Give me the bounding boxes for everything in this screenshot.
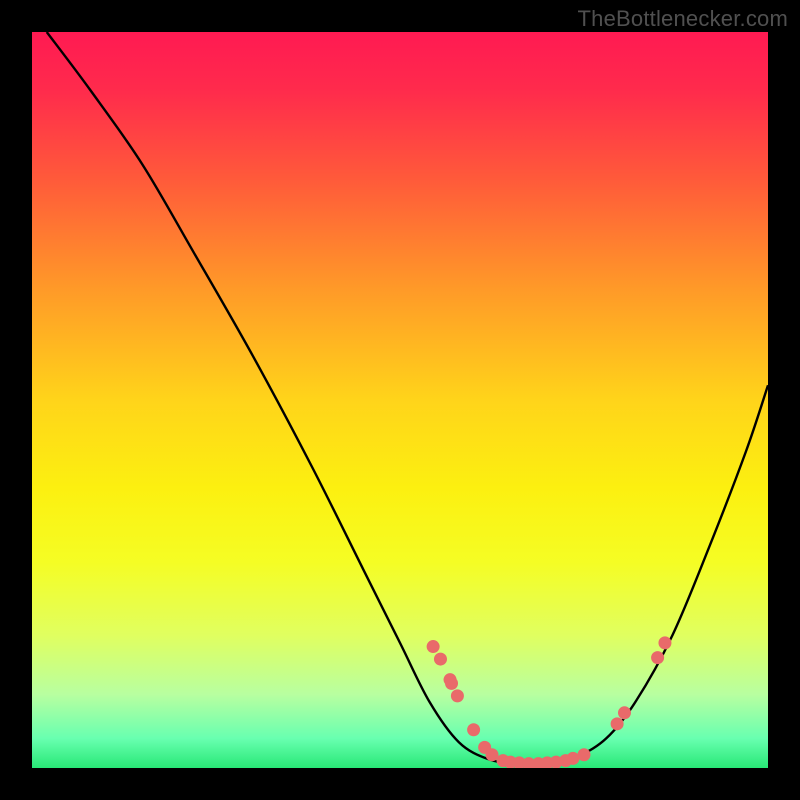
data-point [658, 636, 671, 649]
data-point [427, 640, 440, 653]
data-point [611, 717, 624, 730]
scatter-points [32, 32, 768, 768]
data-point [578, 748, 591, 761]
chart-container: TheBottlenecker.com [0, 0, 800, 800]
data-point [434, 653, 447, 666]
data-point [486, 748, 499, 761]
plot-area [32, 32, 768, 768]
data-point [467, 723, 480, 736]
data-point [618, 706, 631, 719]
data-point [651, 651, 664, 664]
data-point [445, 677, 458, 690]
data-point [566, 752, 579, 765]
data-point [451, 689, 464, 702]
watermark-text: TheBottlenecker.com [578, 6, 788, 32]
